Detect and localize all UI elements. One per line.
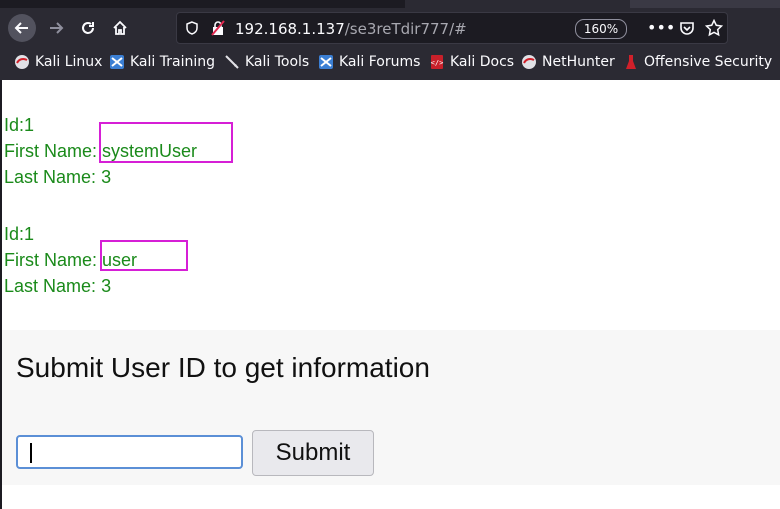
kali-tools-icon	[224, 54, 240, 70]
kali-forums-icon	[318, 54, 334, 70]
tab-active[interactable]	[405, 0, 630, 8]
home-icon	[113, 20, 127, 35]
kali-training-icon	[109, 54, 125, 70]
url-path: /se3reTdir777/#	[344, 20, 467, 38]
bookmark-star-icon[interactable]	[705, 19, 723, 37]
arrow-right-icon	[50, 22, 64, 34]
highlight-box	[99, 122, 233, 163]
first-name-label: First Name:	[4, 250, 98, 270]
last-name-value: 3	[101, 276, 112, 296]
reload-button[interactable]	[74, 14, 102, 42]
bookmark-kali-linux[interactable]: Kali Linux	[14, 54, 102, 70]
reload-icon	[82, 22, 94, 34]
bookmark-label: Kali Linux	[35, 54, 103, 70]
offsec-icon	[623, 54, 639, 70]
bookmark-label: Offensive Security	[644, 54, 773, 70]
more-actions-icon[interactable]: •••	[647, 18, 675, 37]
last-name-label: Last Name:	[4, 167, 97, 187]
home-button[interactable]	[106, 14, 134, 42]
bookmark-offensive-security[interactable]: Offensive Security	[623, 54, 772, 70]
bookmark-kali-tools[interactable]: Kali Tools	[224, 54, 309, 70]
user-id-form: Submit User ID to get information Submit	[2, 330, 780, 485]
highlight-box	[100, 240, 188, 271]
back-button[interactable]	[8, 14, 36, 42]
bookmark-label: Kali Training	[130, 54, 215, 70]
url-bar[interactable]: 192.168.1.137/se3reTdir777/# 160% •••	[176, 12, 728, 44]
browser-chrome: 192.168.1.137/se3reTdir777/# 160% ••• Ka…	[0, 0, 780, 80]
arrow-left-icon	[14, 22, 28, 34]
first-name-label: First Name:	[4, 141, 98, 161]
bookmark-kali-training[interactable]: Kali Training	[109, 54, 215, 70]
bookmark-kali-docs[interactable]: </> Kali Docs	[429, 54, 514, 70]
bookmark-kali-forums[interactable]: Kali Forums	[318, 54, 420, 70]
tab-inactive[interactable]	[630, 0, 780, 8]
user-id-input[interactable]	[16, 435, 243, 469]
insecure-lock-icon	[211, 20, 225, 36]
tab-strip	[0, 0, 780, 8]
bookmark-nethunter[interactable]: NetHunter	[521, 54, 615, 70]
shield-icon	[186, 21, 198, 35]
url-text[interactable]: 192.168.1.137/se3reTdir777/#	[235, 20, 467, 38]
kali-dragon-icon	[521, 54, 537, 70]
kali-dragon-icon	[14, 54, 30, 70]
bookmarks-toolbar: Kali Linux Kali Training Kali Tools Kali…	[0, 50, 780, 76]
svg-text:</>: </>	[431, 59, 444, 67]
last-name-label: Last Name:	[4, 276, 97, 296]
bookmark-label: NetHunter	[542, 54, 615, 70]
bookmark-label: Kali Forums	[339, 54, 421, 70]
pocket-icon[interactable]	[679, 20, 695, 36]
bookmark-label: Kali Tools	[245, 54, 310, 70]
bookmark-label: Kali Docs	[450, 54, 515, 70]
url-host: 192.168.1.137	[235, 20, 345, 38]
zoom-level-badge[interactable]: 160%	[575, 19, 627, 39]
record-last-name-row: Last Name: 3	[4, 164, 197, 190]
form-title: Submit User ID to get information	[16, 352, 430, 383]
forward-button[interactable]	[42, 14, 70, 42]
text-caret	[30, 443, 32, 463]
page-content: Id:1 First Name: systemUser Last Name: 3…	[0, 80, 780, 509]
last-name-value: 3	[101, 167, 112, 187]
kali-docs-icon: </>	[429, 54, 445, 70]
record-last-name-row: Last Name: 3	[4, 273, 137, 299]
submit-button[interactable]: Submit	[252, 430, 374, 476]
